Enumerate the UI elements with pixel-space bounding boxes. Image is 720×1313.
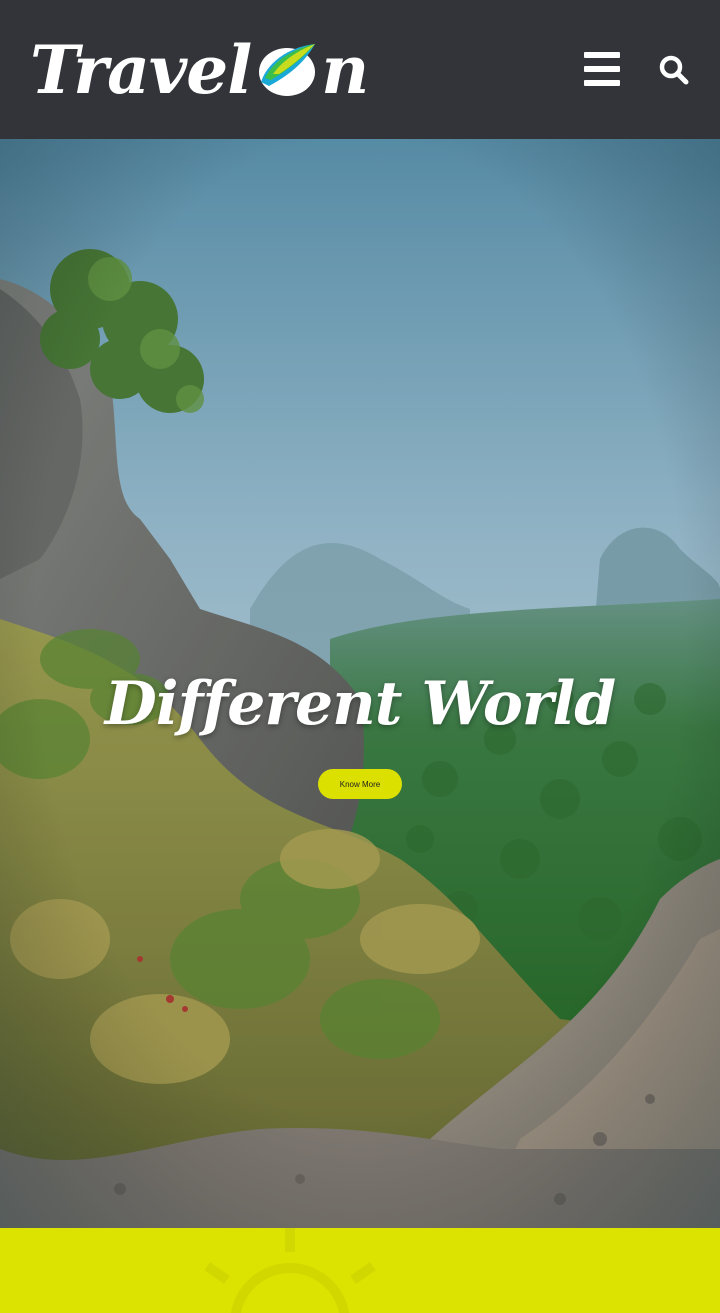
site-logo[interactable]: Travel n [30,28,369,112]
know-more-button[interactable]: Know More [318,769,402,799]
hamburger-menu-icon[interactable] [584,52,622,86]
hero-title: Different World [104,669,617,740]
leaf-o-logo-icon [255,38,319,102]
sun-icon [204,1228,376,1313]
bottom-section [0,1228,720,1313]
search-icon[interactable] [658,54,690,86]
site-header: Travel n [0,0,720,139]
logo-wordmark: Travel [30,31,252,109]
hero-banner: Different World Know More [0,139,720,1228]
logo-wordmark-suffix: n [321,31,370,109]
